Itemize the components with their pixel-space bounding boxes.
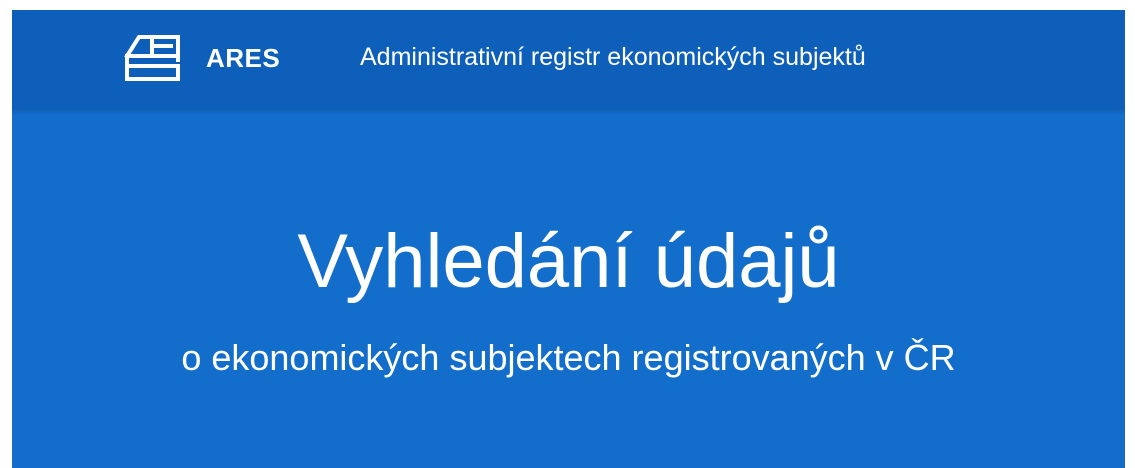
app-frame: ARES Administrativní registr ekonomickýc… xyxy=(12,10,1125,468)
ares-logo-icon xyxy=(124,35,180,81)
page-title: Vyhledání údajů xyxy=(297,219,840,304)
top-navigation-bar: ARES Administrativní registr ekonomickýc… xyxy=(12,10,1125,110)
home-link[interactable]: ARES xyxy=(123,34,280,82)
brand-name: ARES xyxy=(206,42,281,73)
header-subtitle: Administrativní registr ekonomických sub… xyxy=(360,43,866,71)
page-subtitle: o ekonomických subjektech registrovaných… xyxy=(181,337,956,378)
